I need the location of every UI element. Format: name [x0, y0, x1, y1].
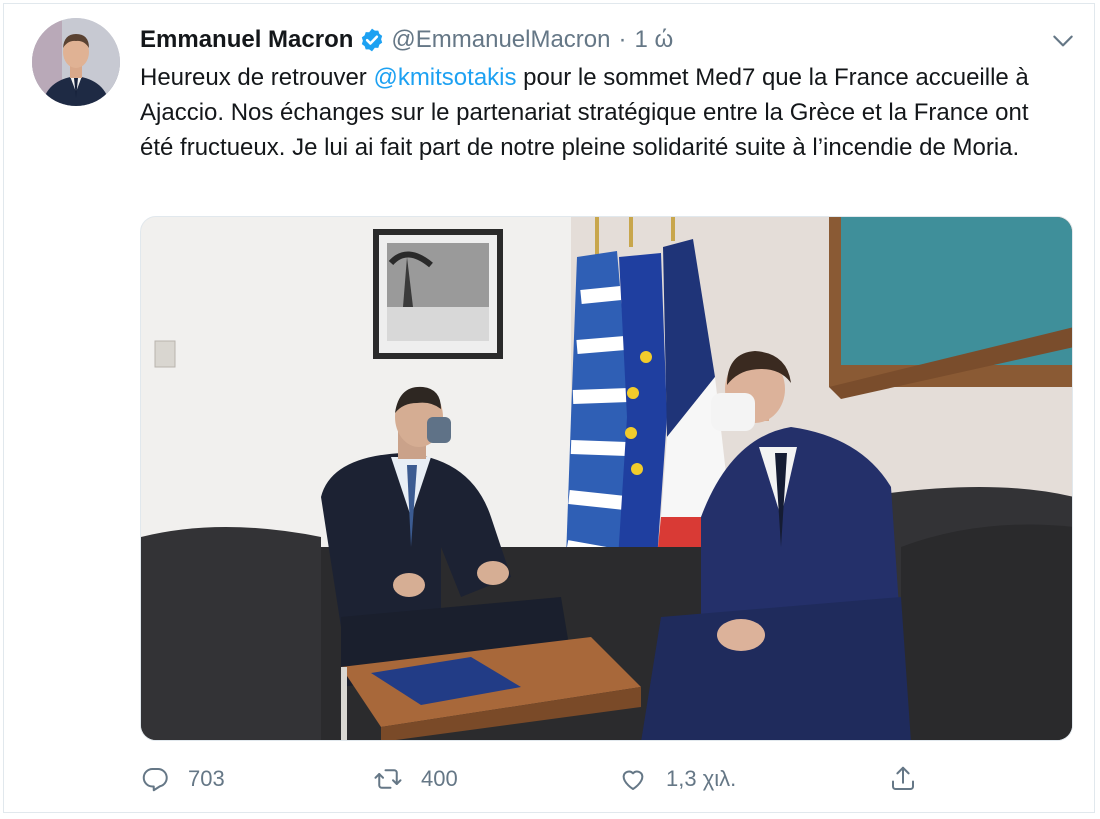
avatar[interactable] [32, 18, 120, 106]
like-count: 1,3 χιλ. [666, 766, 737, 791]
tweet-text-part1: Heureux de retrouver [140, 64, 374, 91]
display-name[interactable]: Emmanuel Macron [140, 26, 353, 54]
verified-badge-icon [362, 28, 383, 52]
mention-link[interactable]: @kmitsotakis [373, 64, 516, 91]
tweet-photo[interactable] [140, 216, 1073, 741]
retweet-icon [374, 769, 402, 789]
share-icon [892, 766, 914, 790]
tweet-text: Heureux de retrouver @kmitsotakis pour l… [140, 60, 1040, 165]
reply-button[interactable]: 703 [140, 762, 225, 796]
like-icon [622, 770, 644, 790]
chevron-down-icon[interactable] [1050, 28, 1076, 54]
reply-icon [142, 768, 168, 792]
tweet-timestamp[interactable]: 1 ώ [635, 26, 674, 54]
retweet-button[interactable]: 400 [373, 762, 458, 796]
reply-count: 703 [188, 766, 225, 791]
separator-dot: · [618, 26, 627, 53]
like-button[interactable]: 1,3 χιλ. [618, 762, 736, 796]
user-handle[interactable]: @EmmanuelMacron [391, 26, 610, 54]
tweet-header: Emmanuel Macron @EmmanuelMacron · 1 ώ [140, 22, 673, 58]
avatar-image [32, 18, 120, 106]
retweet-count: 400 [421, 766, 458, 791]
share-button[interactable] [888, 762, 936, 796]
meeting-photo [141, 217, 1072, 740]
tweet-actions: 703 400 1,3 χιλ. [140, 762, 1080, 796]
